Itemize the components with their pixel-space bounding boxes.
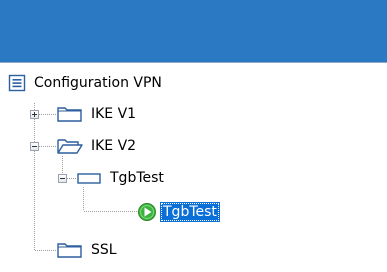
- tree-item-label: TgbTest: [110, 170, 164, 186]
- expand-plus-icon[interactable]: [30, 110, 39, 119]
- tree-item-tgbtest-group[interactable]: TgbTest: [77, 166, 164, 190]
- tree-item-root[interactable]: Configuration VPN: [8, 71, 162, 95]
- tree-item-label: IKE V2: [91, 138, 137, 154]
- tree-line: [67, 178, 77, 179]
- collapse-minus-icon[interactable]: [58, 174, 67, 183]
- tree-line: [39, 146, 56, 147]
- window-header-bar: [0, 0, 387, 62]
- tree-item-label: IKE V1: [91, 106, 137, 122]
- tree-line: [62, 156, 63, 176]
- tree-line: [39, 114, 56, 115]
- tree-item-tgbtest-selected[interactable]: TgbTest: [137, 200, 220, 224]
- tree-item-ike-v1[interactable]: IKE V1: [57, 102, 136, 126]
- tree-line: [34, 103, 35, 251]
- tree-line: [83, 187, 84, 211]
- tunnel-group-icon: [77, 169, 101, 187]
- play-green-icon: [137, 202, 157, 222]
- tree-item-ike-v2[interactable]: IKE V2: [57, 134, 136, 158]
- tree-line: [35, 250, 56, 251]
- config-list-icon: [8, 74, 26, 92]
- tree-line: [84, 211, 138, 212]
- folder-closed-icon: [57, 105, 83, 123]
- tree-panel: Configuration VPN IKE V1 IKE V2 TgbTest …: [0, 62, 387, 272]
- vpn-tree: Configuration VPN IKE V1 IKE V2 TgbTest …: [0, 63, 387, 272]
- folder-closed-icon: [57, 241, 83, 259]
- tree-item-label: TgbTest: [160, 202, 220, 222]
- tree-item-label: SSL: [91, 242, 117, 258]
- folder-open-icon: [57, 137, 83, 155]
- tree-item-ssl[interactable]: SSL: [57, 238, 117, 262]
- collapse-minus-icon[interactable]: [30, 142, 39, 151]
- tree-item-label: Configuration VPN: [34, 75, 162, 91]
